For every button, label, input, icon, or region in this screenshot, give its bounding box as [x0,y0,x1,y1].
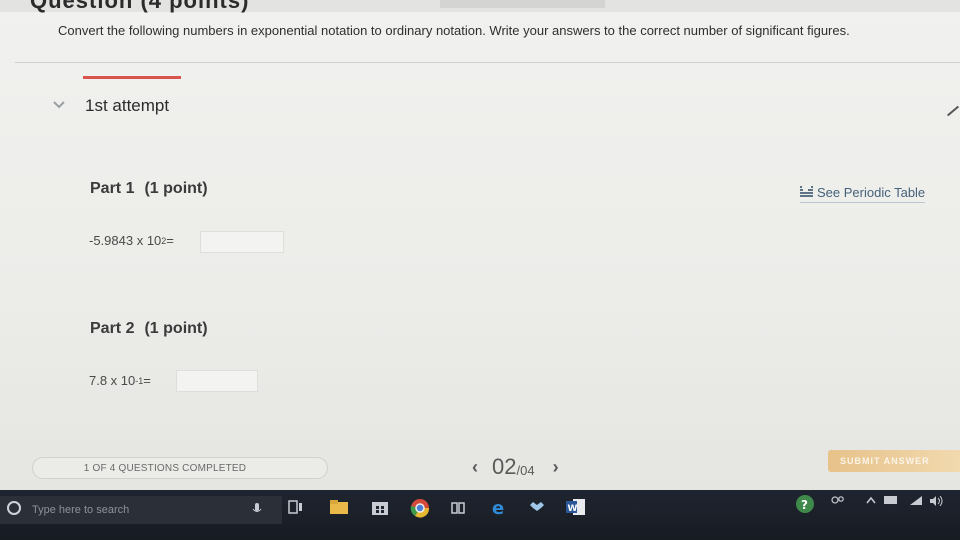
chevron-up-icon[interactable] [866,496,876,504]
previous-question-icon[interactable]: ‹ [466,457,484,478]
dropbox-icon[interactable] [530,500,544,514]
chevron-down-icon[interactable] [50,96,68,114]
see-periodic-table-label: See Periodic Table [817,185,926,200]
header-accent-bar [440,0,605,8]
part-2-answer-input[interactable] [176,370,258,392]
taskbar-search-box[interactable]: Type here to search [0,496,282,524]
part-1-title: Part 1 (1 point) [90,180,208,198]
volume-icon[interactable] [930,496,944,506]
people-icon[interactable] [830,496,846,510]
part-2-problem: 7.8 x 10 -1 = [89,373,151,388]
word-icon[interactable]: W [566,498,586,516]
svg-text:W: W [568,504,578,514]
part-2-title: Part 2 (1 point) [90,320,208,338]
edge-mark [946,105,960,117]
total-pages: /04 [516,462,535,478]
chrome-icon[interactable] [410,498,430,518]
part-1-equals: = [166,233,174,248]
tablet-icon[interactable] [451,502,465,514]
attempt-progress-bar [83,76,181,79]
part-1-problem: -5.9843 x 10 2 = [89,233,174,248]
svg-text:?: ? [801,498,808,512]
taskbar: Type here to search e W ? [0,490,960,540]
question-heading: Question (4 points) [30,0,250,13]
edge-browser-icon[interactable]: e [490,498,508,516]
svg-text:e: e [492,498,504,516]
question-pager: ‹ 02/04 › [466,454,565,480]
file-explorer-icon[interactable] [330,500,348,514]
questions-completed-indicator: 1 OF 4 QUESTIONS COMPLETED [32,457,328,479]
question-instruction: Convert the following numbers in exponen… [58,23,850,38]
part-1-answer-input[interactable] [200,231,284,253]
assignment-page: Question (4 points) Convert the followin… [0,0,960,490]
see-periodic-table-link[interactable]: See Periodic Table [800,185,926,203]
part-2-points: (1 point) [144,320,208,337]
submit-answer-button[interactable]: SUBMIT ANSWER [828,450,960,472]
submit-answer-label: SUBMIT ANSWER [840,456,930,466]
part-2-mantissa: 7.8 x 10 [89,373,136,388]
part-2-label: Part 2 [90,320,135,337]
help-icon[interactable]: ? [795,494,815,514]
part-1-points: (1 point) [144,180,208,197]
section-divider [15,62,960,63]
cortana-icon[interactable] [6,500,22,521]
microphone-icon[interactable] [252,502,262,516]
part-2-exponent: -1 [135,375,144,386]
taskbar-search-placeholder: Type here to search [32,504,130,516]
attempt-label[interactable]: 1st attempt [85,96,169,116]
part-2-equals: = [143,373,151,388]
periodic-table-icon [800,185,813,200]
store-icon[interactable] [371,498,389,516]
wifi-icon[interactable] [910,496,922,506]
task-view-icon[interactable] [288,500,304,514]
next-question-icon[interactable]: › [547,457,565,478]
part-1-label: Part 1 [90,180,135,197]
current-page: 02 [492,454,517,479]
part-1-mantissa: -5.9843 x 10 [89,233,162,248]
battery-icon[interactable] [884,496,898,504]
